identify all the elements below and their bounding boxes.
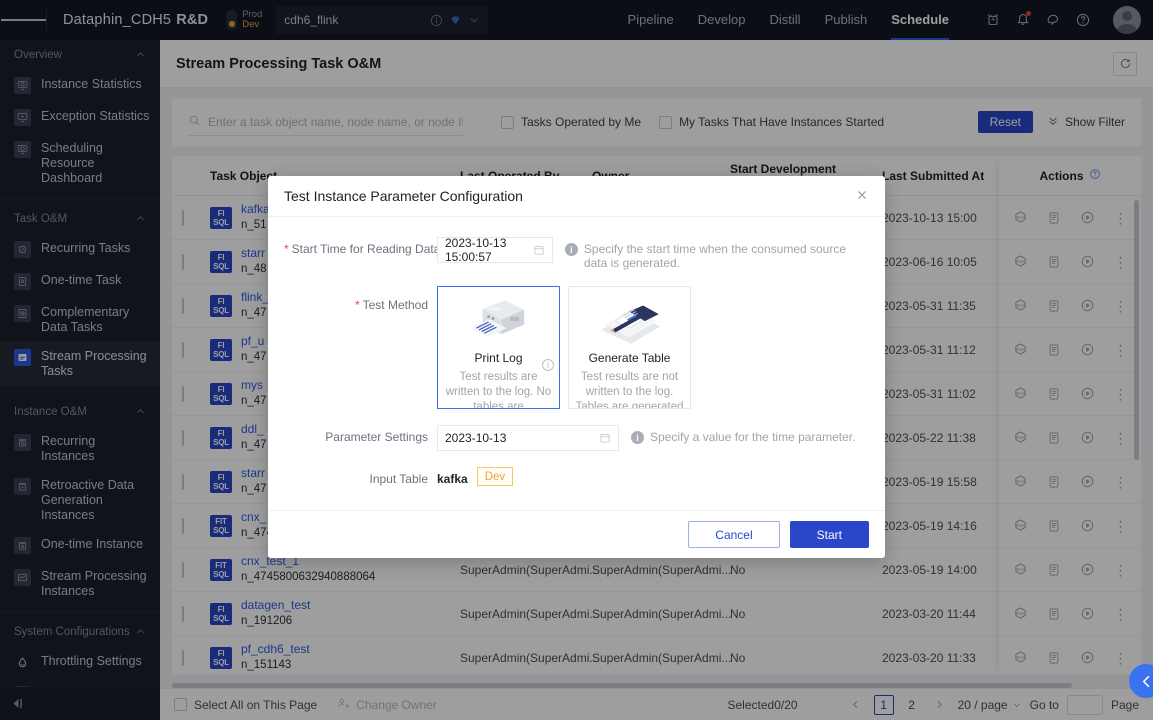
parameter-settings-hint: i Specify a value for the time parameter… (631, 425, 855, 444)
start-time-hint-text: Specify the start time when the consumed… (584, 242, 869, 270)
parameter-settings-hint-text: Specify a value for the time parameter. (650, 430, 855, 444)
parameter-settings-input[interactable]: 2023-10-13 (437, 425, 619, 451)
cancel-button[interactable]: Cancel (688, 521, 779, 548)
field-input-table: Input Table kafka Dev (284, 467, 869, 486)
test-method-options: Print Log Test results are written to th… (437, 286, 691, 409)
test-method-card-print-log[interactable]: Print Log Test results are written to th… (437, 286, 560, 409)
printer-illustration (460, 295, 538, 349)
test-instance-parameter-configuration-dialog: Test Instance Parameter Configuration *S… (268, 176, 885, 558)
input-table-label: Input Table (284, 467, 437, 486)
calendar-icon[interactable] (599, 432, 611, 444)
info-icon: i (631, 431, 644, 444)
start-time-label: *Start Time for Reading Data (284, 237, 437, 256)
test-method-card-generate-table[interactable]: Generate Table Test results are not writ… (568, 286, 691, 409)
required-marker: * (355, 298, 360, 312)
test-method-label: *Test Method (284, 286, 437, 312)
test-method-label-text: Test Method (363, 298, 428, 312)
start-time-value: 2023-10-13 15:00:57 (445, 236, 533, 264)
card-description: Test results are not written to the log.… (569, 370, 690, 409)
modal-header: Test Instance Parameter Configuration (268, 176, 885, 217)
start-time-label-text: Start Time for Reading Data (292, 242, 441, 256)
card-description: Test results are written to the log. No … (438, 370, 559, 409)
modal-footer: Cancel Start (268, 510, 885, 558)
parameter-settings-label: Parameter Settings (284, 425, 437, 444)
field-test-method: *Test Method (284, 286, 869, 409)
start-time-input[interactable]: 2023-10-13 15:00:57 (437, 237, 553, 263)
document-illustration (589, 295, 671, 349)
field-parameter-settings: Parameter Settings 2023-10-13 i Specify … (284, 425, 869, 451)
card-name: Print Log (474, 351, 522, 365)
close-icon[interactable] (855, 188, 869, 205)
info-icon: i (565, 243, 578, 256)
info-circle-icon[interactable]: i (542, 359, 554, 371)
calendar-icon[interactable] (533, 244, 545, 256)
field-start-time: *Start Time for Reading Data 2023-10-13 … (284, 237, 869, 270)
modal-body: *Start Time for Reading Data 2023-10-13 … (268, 217, 885, 510)
start-button[interactable]: Start (790, 521, 869, 548)
input-table-value: kafka (437, 468, 468, 486)
parameter-settings-value: 2023-10-13 (445, 431, 506, 445)
modal-title: Test Instance Parameter Configuration (284, 188, 523, 204)
card-name: Generate Table (589, 351, 671, 365)
start-time-hint: i Specify the start time when the consum… (565, 237, 869, 270)
input-table-env-tag: Dev (477, 467, 513, 486)
required-marker: * (284, 242, 289, 256)
